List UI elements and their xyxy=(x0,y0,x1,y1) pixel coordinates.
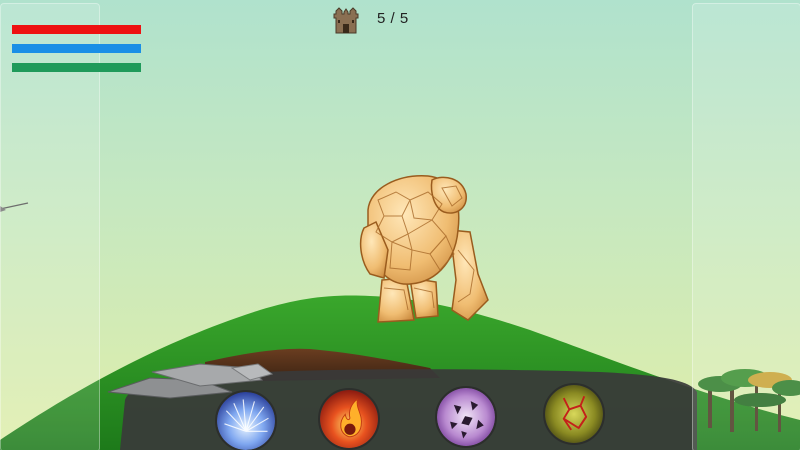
health-bar-fill xyxy=(12,25,141,34)
mana-bar xyxy=(12,44,141,53)
castle-icon xyxy=(333,6,359,34)
castle-count: 5 / 5 xyxy=(377,10,409,27)
game-scene[interactable]: 5 / 5 xyxy=(0,0,800,450)
stamina-bar xyxy=(12,63,141,72)
right-side-panel xyxy=(692,3,800,450)
void-shatter-icon[interactable] xyxy=(435,386,497,448)
mana-bar-fill xyxy=(12,44,141,53)
rock-golem-icon[interactable] xyxy=(358,170,498,330)
fireball-icon[interactable] xyxy=(318,388,380,450)
earth-lava-icon[interactable] xyxy=(543,383,605,445)
stamina-bar-fill xyxy=(12,63,141,72)
ice-burst-icon[interactable] xyxy=(215,390,277,450)
health-bar xyxy=(12,25,141,34)
